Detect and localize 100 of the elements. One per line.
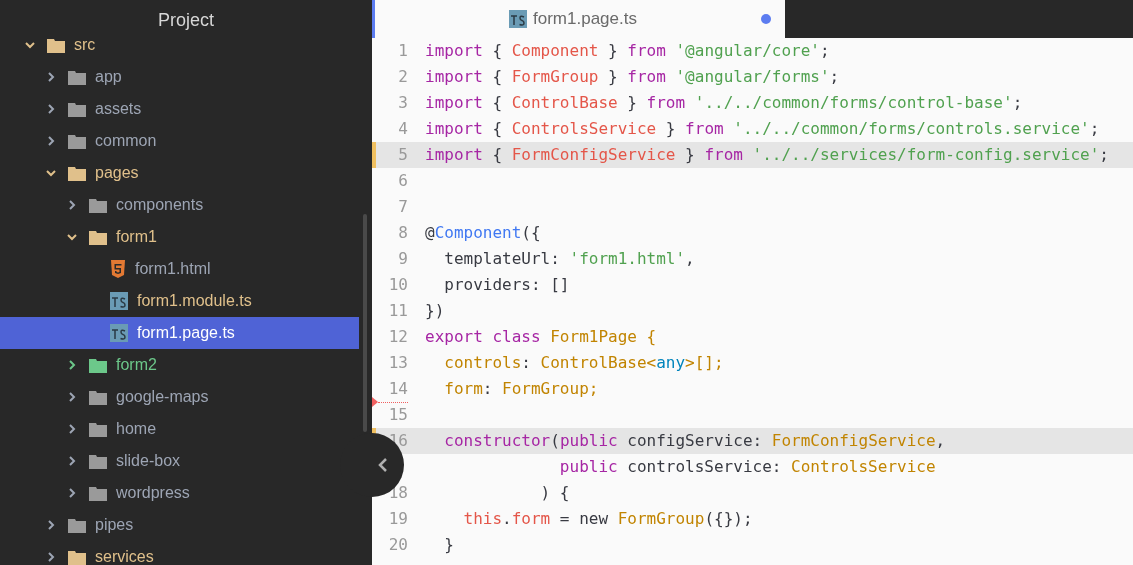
code-text: form: FormGroup; [443, 378, 599, 400]
line-number: 19 [388, 509, 408, 528]
chevron-right-icon[interactable] [67, 488, 77, 498]
tree-item-label: wordpress [116, 483, 190, 503]
chevron-right-icon[interactable] [67, 360, 77, 370]
line-number: 20 [388, 535, 408, 554]
typescript-icon [110, 324, 128, 342]
tree-item[interactable]: wordpress [0, 477, 359, 509]
tree-item-label: google-maps [116, 387, 209, 407]
code-text: import { FormConfigService } from '../../services/form-config.service'; [425, 144, 1109, 166]
code-text: templateUrl: 'form1.html', [443, 248, 695, 270]
editor-tab[interactable]: form1.page.ts [372, 0, 785, 38]
tree-item-label: form1.module.ts [137, 291, 252, 311]
folder-icon [68, 133, 86, 149]
tree-item[interactable]: form1.html [0, 253, 359, 285]
tree-item-label: form2 [116, 355, 157, 375]
code-text: } [443, 534, 454, 556]
chevron-right-icon[interactable] [67, 392, 77, 402]
tree-item[interactable]: services [0, 541, 359, 565]
code-text: ) { [539, 482, 570, 504]
tree-item[interactable]: form1.page.ts [0, 317, 359, 349]
chevron-right-icon[interactable] [67, 200, 77, 210]
tree-item-label: pages [95, 163, 139, 183]
line-number: 6 [398, 171, 408, 190]
code-text: public controlsService: ControlsService [558, 456, 936, 478]
folder-icon [89, 389, 107, 405]
chevron-down-icon[interactable] [67, 232, 77, 242]
code-text: export class Form1Page { [425, 326, 657, 348]
tree-item-label: form1.page.ts [137, 323, 235, 343]
code-text: this.form = new FormGroup({}); [462, 508, 753, 530]
tree-item[interactable]: src [0, 29, 359, 61]
chevron-right-icon[interactable] [46, 520, 56, 530]
folder-icon [68, 69, 86, 85]
tree-item-label: assets [95, 99, 142, 119]
line-number: 5 [398, 145, 408, 164]
folder-icon [89, 421, 107, 437]
folder-icon [47, 37, 65, 53]
chevron-right-icon[interactable] [46, 72, 56, 82]
code-text: providers: [] [443, 274, 570, 296]
html5-icon [110, 260, 126, 278]
tree-item-label: pipes [95, 515, 134, 535]
chevron-down-icon[interactable] [25, 40, 35, 50]
folder-icon [68, 517, 86, 533]
chevron-right-icon[interactable] [46, 136, 56, 146]
tree-item-label: slide-box [116, 451, 181, 471]
tree-item[interactable]: google-maps [0, 381, 359, 413]
line-number: 15 [388, 405, 408, 424]
tree-item-label: form1.html [135, 259, 211, 279]
chevron-right-icon[interactable] [46, 552, 56, 562]
line-number: 11 [388, 301, 408, 320]
tree-item[interactable]: form1 [0, 221, 359, 253]
tree-item[interactable]: form2 [0, 349, 359, 381]
tree-item-label: form1 [116, 227, 157, 247]
line-number: 3 [398, 93, 408, 112]
tree-item-label: common [95, 131, 157, 151]
code-text: import { ControlBase } from '../../common/forms/control-base'; [425, 92, 1023, 114]
panel-title: Project [158, 8, 214, 32]
folder-icon [89, 229, 107, 245]
tree-item-label: app [95, 67, 122, 87]
tree-item[interactable]: assets [0, 93, 359, 125]
folder-icon [89, 197, 107, 213]
line-number: 2 [398, 67, 408, 86]
tree-item[interactable]: form1.module.ts [0, 285, 359, 317]
folder-icon [89, 357, 107, 373]
tree-item-label: home [116, 419, 157, 439]
chevron-right-icon[interactable] [67, 424, 77, 434]
typescript-icon [509, 10, 527, 28]
code-text: constructor(public configService: FormConfigService, [443, 430, 946, 452]
code-text: import { ControlsService } from '../../common/forms/controls.service'; [425, 118, 1100, 140]
chevron-left-icon [378, 458, 388, 472]
line-number: 12 [388, 327, 408, 346]
tree-item[interactable]: common [0, 125, 359, 157]
folder-icon [68, 549, 86, 565]
line-number: 4 [398, 119, 408, 138]
tree-item-label: services [95, 547, 154, 565]
code-text: @Component({ [425, 222, 541, 244]
tree-item[interactable]: slide-box [0, 445, 359, 477]
folder-icon [89, 485, 107, 501]
line-number: 9 [398, 249, 408, 268]
folder-icon [68, 101, 86, 117]
typescript-icon [110, 292, 128, 310]
line-number: 13 [388, 353, 408, 372]
tree-item[interactable]: app [0, 61, 359, 93]
line-number: 1 [398, 41, 408, 60]
chevron-right-icon[interactable] [67, 456, 77, 466]
tree-item[interactable]: pages [0, 157, 359, 189]
line-number: 7 [398, 197, 408, 216]
code-text: import { FormGroup } from '@angular/forms'; [425, 66, 840, 88]
chevron-right-icon[interactable] [46, 104, 56, 114]
tree-item[interactable]: components [0, 189, 359, 221]
scrollbar[interactable] [363, 214, 367, 432]
line-number: 8 [398, 223, 408, 242]
chevron-down-icon[interactable] [46, 168, 56, 178]
tree-item[interactable]: home [0, 413, 359, 445]
folder-icon [68, 165, 86, 181]
tree-item-label: components [116, 195, 204, 215]
tree-item-label: src [74, 35, 96, 55]
line-number: 10 [388, 275, 408, 294]
code-text: import { Component } from '@angular/core'; [425, 40, 830, 62]
tree-item[interactable]: pipes [0, 509, 359, 541]
